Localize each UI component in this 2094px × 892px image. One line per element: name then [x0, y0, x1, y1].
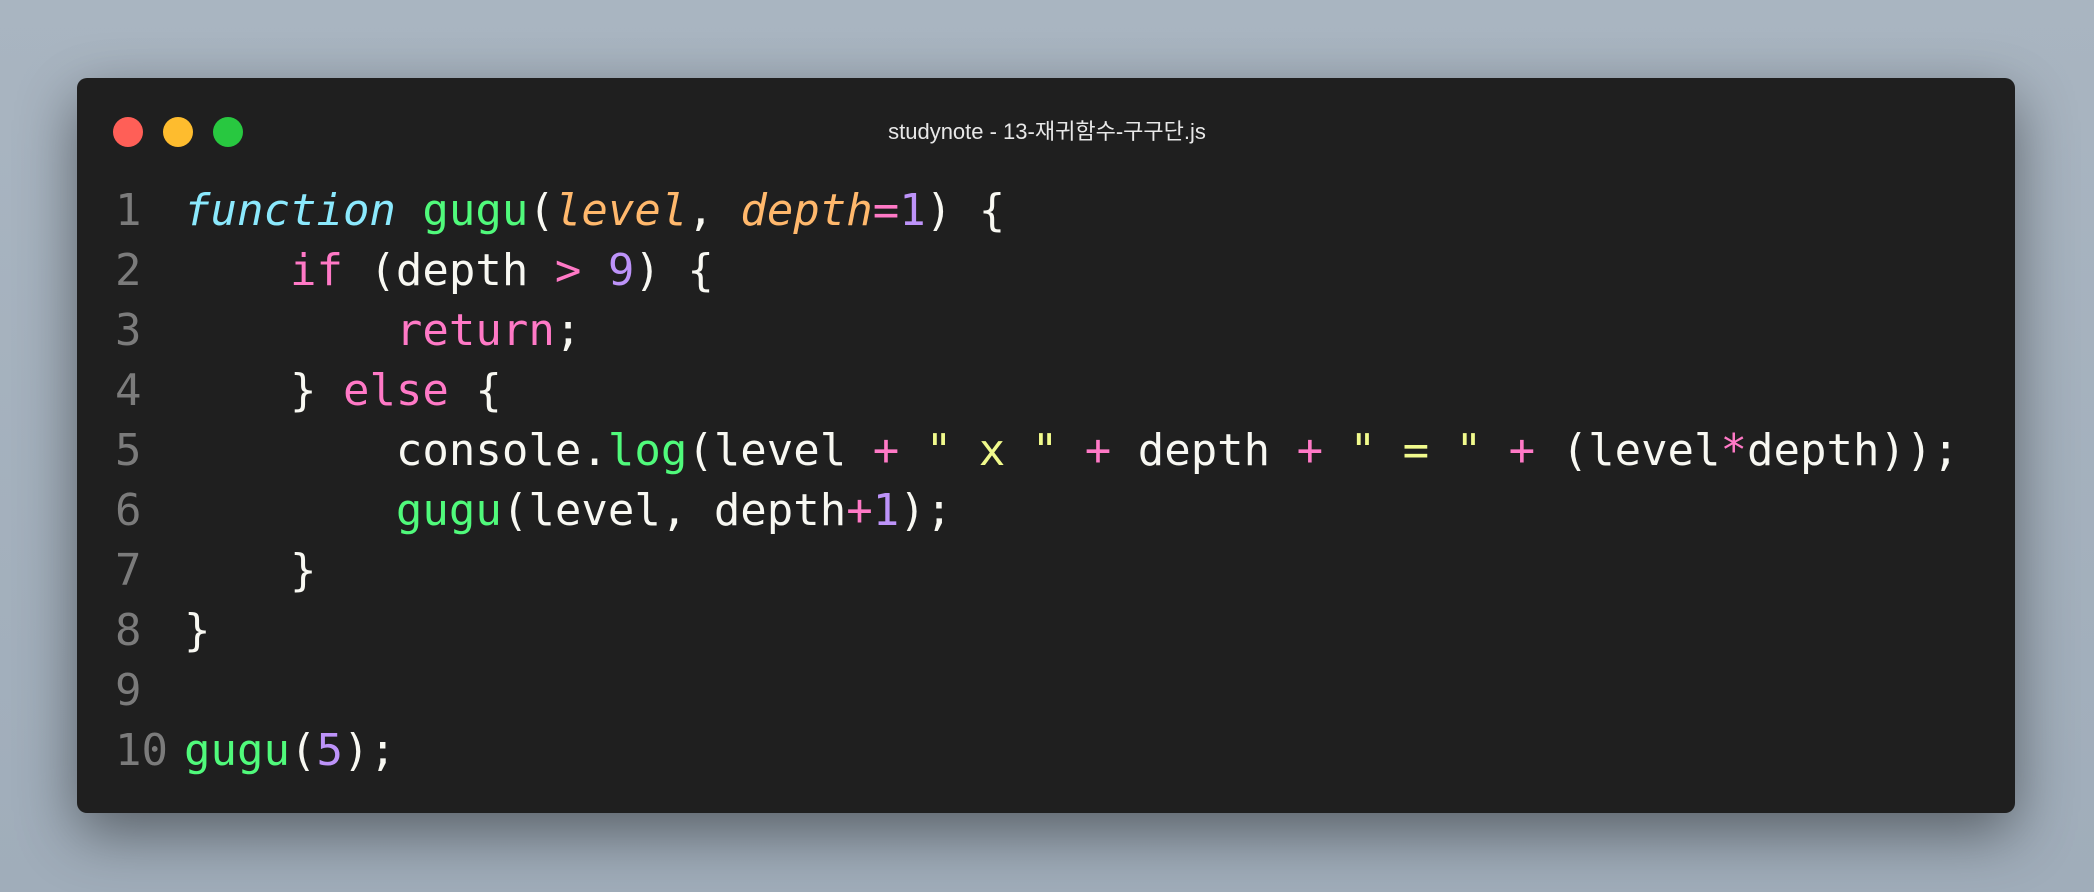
window-title: studynote - 13-재귀함수-구구단.js [888, 119, 1206, 144]
code-line: 6 gugu (level, depth +1); [115, 481, 1959, 541]
code-token: + [1084, 425, 1112, 476]
code-editor: 1 function gugu(level, depth = 1) {2 if (de… [115, 181, 1959, 781]
code-token: if [289, 245, 343, 296]
code-line: 10 gugu(5); [115, 721, 1959, 781]
code-token: ) { [634, 245, 714, 296]
code-token: } [184, 365, 343, 416]
line-number: 3 [115, 305, 142, 356]
code-token: > [554, 245, 582, 296]
code-token: else [342, 365, 449, 416]
code-token: level [554, 185, 688, 236]
code-token: + [1296, 425, 1324, 476]
code-token: ) { [925, 185, 1006, 236]
code-token: 1 [899, 185, 926, 236]
code-token: ); [342, 725, 396, 776]
code-token: (depth [342, 245, 555, 296]
code-token: = [872, 185, 900, 236]
code-token: ; [554, 305, 582, 356]
code-token: { [448, 365, 502, 416]
code-token: depth [1111, 425, 1297, 476]
code-line: 9 [115, 661, 1959, 721]
line-number: 2 [115, 245, 142, 296]
code-token: + [872, 425, 900, 476]
code-token: log [607, 425, 688, 476]
code-token: } [184, 605, 211, 656]
code-token: console. [184, 425, 608, 476]
code-line: 8} [115, 601, 1959, 661]
code-token: gugu [422, 185, 529, 236]
line-number: 9 [115, 665, 142, 716]
code-token: (level [1535, 425, 1721, 476]
code-token: 5 [316, 725, 343, 776]
line-number: 8 [115, 605, 142, 656]
line-number: 7 [115, 545, 142, 596]
code-line: 1 function gugu(level, depth = 1) { [115, 181, 1959, 241]
code-token: * [1720, 425, 1748, 476]
code-line: 3 return; [115, 301, 1959, 361]
code-token: 9 [607, 245, 635, 296]
line-number: 10 [115, 725, 168, 776]
code-token: 1 [872, 485, 900, 536]
code-token: gugu [184, 725, 290, 776]
code-line: 7 } [115, 541, 1959, 601]
code-line: 4 } else { [115, 361, 1959, 421]
line-number: 5 [115, 425, 142, 476]
code-token: + [1508, 425, 1536, 476]
code-line: 2 if (depth > 9) { [115, 241, 1959, 301]
code-token: depth)); [1747, 425, 1959, 476]
code-token: " x " [925, 425, 1059, 476]
code-token: gugu [395, 485, 502, 536]
code-token: (level [687, 425, 873, 476]
code-token: ( [289, 725, 317, 776]
line-number: 4 [115, 365, 142, 416]
code-token: depth [740, 185, 873, 236]
line-number: 1 [115, 185, 142, 236]
code-token: (level, depth [501, 485, 847, 536]
code-token: + [846, 485, 873, 536]
code-token: function [184, 185, 396, 236]
line-number: 6 [115, 485, 142, 536]
code-token: ( [528, 185, 555, 236]
code-token: ); [899, 485, 953, 536]
code-token: , [687, 185, 741, 236]
code-token: } [184, 545, 317, 596]
code-token: return [395, 305, 555, 356]
code-token: " = " [1349, 425, 1483, 476]
code-line: 5 console. log (level + " x " + depth + " … [115, 421, 1959, 481]
